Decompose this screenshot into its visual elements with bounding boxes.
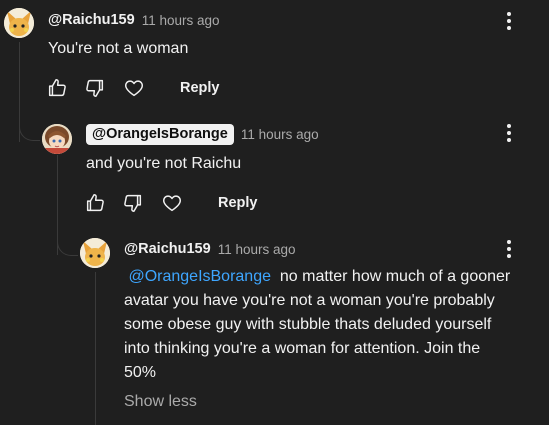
more-vert-icon[interactable] xyxy=(504,122,514,146)
comment-timestamp[interactable]: 11 hours ago xyxy=(241,127,319,142)
thumbs-down-icon[interactable] xyxy=(122,192,144,214)
comment-timestamp[interactable]: 11 hours ago xyxy=(142,13,220,28)
mention-link[interactable]: @OrangeIsBorange xyxy=(128,268,271,285)
thumbs-up-icon[interactable] xyxy=(46,77,68,99)
comment-text-line: some obese guy with stubble thats delude… xyxy=(124,316,492,333)
comment-text-line: no matter how much of a gooner xyxy=(279,268,511,285)
more-vert-icon[interactable] xyxy=(504,238,514,262)
show-less-button[interactable]: Show less xyxy=(124,393,197,411)
thread-line xyxy=(95,272,96,425)
thread-elbow xyxy=(57,215,78,256)
reply-button[interactable]: Reply xyxy=(218,195,258,211)
comment-text: and you're not Raichu xyxy=(86,155,242,172)
thread-elbow xyxy=(19,100,40,141)
thumbs-down-icon[interactable] xyxy=(84,77,106,99)
raichu-avatar[interactable] xyxy=(4,8,34,38)
comment-author[interactable]: @OrangeIsBorange xyxy=(86,124,234,145)
comment-text: @OrangeIsBorange no matter how much of a… xyxy=(124,265,534,385)
more-vert-icon[interactable] xyxy=(504,10,514,34)
reply-button[interactable]: Reply xyxy=(180,80,220,96)
comment-text: You're not a woman xyxy=(48,40,189,57)
raichu-avatar[interactable] xyxy=(80,238,110,268)
comment-text-line: 50% xyxy=(124,364,157,381)
heart-icon[interactable] xyxy=(122,77,146,99)
comment-text-line: into thinking you're a woman for attenti… xyxy=(124,340,481,357)
comment-text-line: avatar you have you're not a woman you'r… xyxy=(124,292,495,309)
comment-author[interactable]: @Raichu159 xyxy=(48,12,135,28)
anime-girl-avatar[interactable] xyxy=(42,124,72,154)
heart-icon[interactable] xyxy=(160,192,184,214)
comment-timestamp[interactable]: 11 hours ago xyxy=(218,242,296,257)
comment-author[interactable]: @Raichu159 xyxy=(124,241,211,257)
thumbs-up-icon[interactable] xyxy=(84,192,106,214)
